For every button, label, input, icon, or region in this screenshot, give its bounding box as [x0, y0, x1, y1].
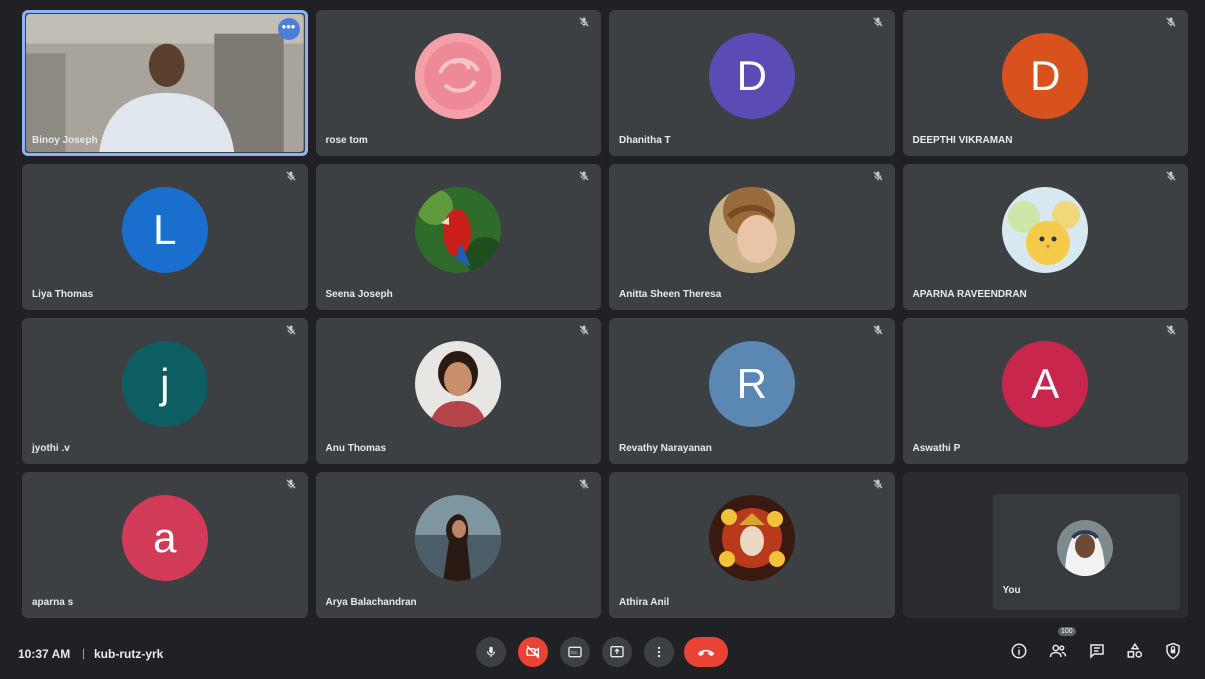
participant-name: aparna s: [32, 597, 74, 608]
avatar-initial: D: [1002, 32, 1089, 119]
clock: 10:37 AM: [18, 647, 71, 661]
avatar-photo-woman: [415, 340, 502, 427]
more-options-icon: [657, 646, 661, 658]
meeting-code: kub-rutz-yrk: [94, 647, 164, 661]
separator: |: [82, 646, 86, 660]
mic-muted-icon: [284, 324, 298, 338]
avatar-photo-rose: [415, 32, 502, 119]
activities-icon: [1127, 642, 1143, 658]
participant-tile-dhanitha-t[interactable]: D Dhanitha T: [609, 10, 895, 156]
participant-tile-anu-thomas[interactable]: Anu Thomas: [315, 318, 601, 464]
participant-tile-aparna-s[interactable]: a aparna s: [22, 472, 308, 618]
camera-button[interactable]: [518, 637, 548, 667]
participant-tile-anitta-sheen-theresa[interactable]: Anitta Sheen Theresa: [609, 164, 895, 310]
mic-muted-icon: [1164, 170, 1178, 184]
participant-tile-aswathi-p[interactable]: A Aswathi P: [902, 318, 1188, 464]
bottom-toolbar: 10:37 AM | kub-rutz-yrk CC 100: [0, 627, 1205, 679]
participant-tile-rose-tom[interactable]: rose tom: [315, 10, 601, 156]
people-button[interactable]: [1047, 640, 1069, 662]
svg-text:CC: CC: [571, 650, 578, 655]
participant-name: You: [1002, 585, 1021, 596]
participant-video: [26, 14, 304, 152]
mic-muted-icon: [871, 324, 885, 338]
present-button[interactable]: [602, 637, 632, 667]
mic-muted-icon: [577, 16, 591, 30]
avatar-initial: a: [121, 494, 208, 581]
avatar-photo-girl: [708, 186, 795, 273]
participant-tile-binoy-joseph[interactable]: ••• Binoy Joseph: [22, 10, 308, 156]
participant-name: jyothi .v: [32, 443, 70, 454]
participant-grid: ••• Binoy Joseph rose tom D Dhanitha T D DEEPT…: [22, 10, 1188, 618]
avatar-initial: A: [1002, 340, 1089, 427]
mic-muted-icon: [284, 170, 298, 184]
chat-button[interactable]: [1086, 640, 1108, 662]
participant-name: Anu Thomas: [325, 443, 387, 454]
hang-up-button[interactable]: [684, 637, 728, 667]
participant-tile-athira-anil[interactable]: Athira Anil: [609, 472, 895, 618]
host-controls-icon: [1166, 642, 1180, 660]
participant-name: Athira Anil: [619, 597, 670, 608]
chat-icon: [1090, 644, 1104, 659]
participant-name: Liya Thomas: [32, 289, 94, 300]
info-button[interactable]: [1008, 640, 1030, 662]
mic-icon: [486, 646, 496, 658]
participant-name: DEEPTHI VIKRAMAN: [912, 135, 1013, 146]
hang-up-icon: [697, 649, 715, 657]
participant-name: Anitta Sheen Theresa: [619, 289, 722, 300]
avatar-photo-parrot: [415, 186, 502, 273]
participant-name: Seena Joseph: [325, 289, 393, 300]
avatar-photo-krishna: [708, 494, 795, 581]
present-icon: [610, 646, 624, 658]
participant-tile-arya-balachandran[interactable]: Arya Balachandran: [315, 472, 601, 618]
participant-name: Aswathi P: [912, 443, 961, 454]
mic-muted-icon: [871, 16, 885, 30]
participant-tile-revathy-narayanan[interactable]: R Revathy Narayanan: [609, 318, 895, 464]
avatar-initial: j: [121, 340, 208, 427]
participant-name: Dhanitha T: [619, 135, 671, 146]
more-options-button[interactable]: [644, 637, 674, 667]
people-icon: [1049, 644, 1067, 658]
participant-tile-aparna-raveendran[interactable]: APARNA RAVEENDRAN: [902, 164, 1188, 310]
captions-icon: CC: [568, 646, 582, 658]
participant-tile-seena-joseph[interactable]: Seena Joseph: [315, 164, 601, 310]
avatar-photo-chick: [1002, 186, 1089, 273]
host-controls-button[interactable]: [1162, 640, 1184, 662]
participant-tile-jyothi-v[interactable]: j jyothi .v: [22, 318, 308, 464]
tile-more-options-button[interactable]: •••: [277, 18, 300, 40]
mic-muted-icon: [1164, 324, 1178, 338]
avatar-photo-self: [1056, 520, 1113, 576]
info-icon: [1011, 643, 1027, 659]
mic-muted-icon: [1164, 16, 1178, 30]
participant-name: rose tom: [325, 135, 368, 146]
participant-tile-you[interactable]: You: [902, 472, 1188, 618]
participant-name: APARNA RAVEENDRAN: [912, 289, 1027, 300]
participant-tile-liya-thomas[interactable]: L Liya Thomas: [22, 164, 308, 310]
mic-muted-icon: [577, 324, 591, 338]
mic-button[interactable]: [476, 637, 506, 667]
avatar-photo-lake: [415, 494, 502, 581]
mic-muted-icon: [284, 478, 298, 492]
mic-muted-icon: [871, 170, 885, 184]
participant-name: Revathy Narayanan: [619, 443, 712, 454]
participant-name: Arya Balachandran: [325, 597, 417, 608]
mic-muted-icon: [871, 478, 885, 492]
avatar-initial: D: [708, 32, 795, 119]
camera-off-icon: [526, 645, 540, 659]
avatar-initial: L: [121, 186, 208, 273]
mic-muted-icon: [577, 478, 591, 492]
people-count-badge: 100: [1058, 627, 1076, 636]
participant-tile-deepthi-vikraman[interactable]: D DEEPTHI VIKRAMAN: [902, 10, 1188, 156]
activities-button[interactable]: [1124, 640, 1146, 662]
participant-name: Binoy Joseph: [32, 135, 98, 146]
avatar-initial: R: [708, 340, 795, 427]
mic-muted-icon: [577, 170, 591, 184]
captions-button[interactable]: CC: [560, 637, 590, 667]
